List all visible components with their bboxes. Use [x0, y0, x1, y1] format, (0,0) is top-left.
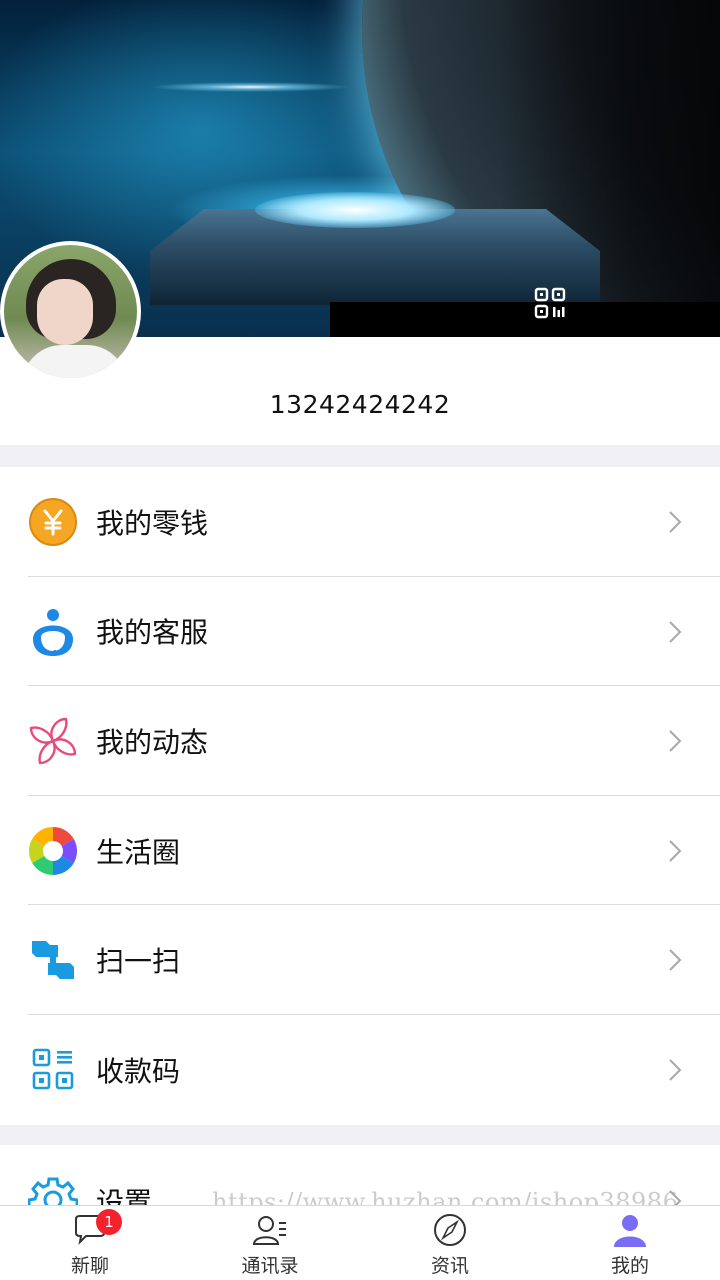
menu-item-wallet[interactable]: 我的零钱	[0, 467, 720, 577]
menu-item-moments[interactable]: 我的动态	[0, 686, 720, 796]
tab-chat[interactable]: 1 新聊	[0, 1206, 180, 1280]
menu-item-payment-code[interactable]: 收款码	[0, 1015, 720, 1125]
payment-qr-icon	[32, 1048, 74, 1090]
life-circle-aperture-icon	[28, 826, 78, 875]
light-flare	[150, 82, 350, 92]
moments-pinwheel-icon	[29, 717, 77, 765]
bottom-tab-bar: 1 新聊 通讯录 资讯 我的	[0, 1205, 720, 1280]
chevron-right-icon	[669, 949, 682, 972]
menu-item-label: 生活圈	[96, 835, 181, 869]
chevron-right-icon	[669, 840, 682, 862]
tab-news[interactable]: 资讯	[360, 1206, 540, 1280]
scan-icon	[32, 941, 74, 980]
portal-glow	[255, 192, 455, 228]
menu-item-label: 扫一扫	[96, 945, 181, 979]
chevron-right-icon	[669, 620, 682, 643]
menu-item-customer-service[interactable]: 我的客服	[0, 577, 720, 687]
menu-item-scan[interactable]: 扫一扫	[0, 905, 720, 1015]
chevron-right-icon	[669, 1190, 682, 1205]
gear-icon	[28, 1177, 78, 1205]
menu-item-label: 设置	[96, 1186, 153, 1205]
tab-profile[interactable]: 我的	[540, 1206, 720, 1280]
menu-item-label: 收款码	[96, 1054, 181, 1088]
tab-label: 通讯录	[241, 1255, 299, 1277]
contacts-icon	[252, 1216, 286, 1245]
menu-item-settings[interactable]: 设置	[0, 1145, 720, 1205]
avatar[interactable]	[0, 241, 141, 382]
menu-item-label: 我的动态	[96, 725, 209, 759]
avatar-photo	[4, 245, 137, 378]
tab-label: 资讯	[430, 1255, 469, 1277]
unread-badge: 1	[96, 1209, 122, 1235]
qr-code-icon[interactable]	[534, 287, 566, 319]
menu-settings-group: 设置	[0, 1145, 720, 1205]
tab-label: 新聊	[70, 1255, 109, 1277]
menu-item-label: 我的客服	[96, 616, 209, 650]
menu-item-label: 我的零钱	[96, 506, 209, 540]
menu-list: 我的零钱 我的客服 我的动态 生活圈 扫一扫 收款码	[0, 467, 720, 1125]
chevron-right-icon	[669, 730, 682, 752]
menu-item-life-circle[interactable]: 生活圈	[0, 796, 720, 906]
customer-service-icon	[33, 608, 73, 656]
chevron-right-icon	[669, 511, 682, 533]
chevron-right-icon	[669, 1059, 682, 1081]
tab-contacts[interactable]: 通讯录	[180, 1206, 360, 1280]
phone-number: 13242424242	[269, 390, 451, 419]
compass-icon	[434, 1214, 466, 1246]
wallet-yen-icon	[29, 498, 77, 546]
tab-label: 我的	[610, 1255, 649, 1277]
profile-person-icon	[614, 1215, 646, 1247]
